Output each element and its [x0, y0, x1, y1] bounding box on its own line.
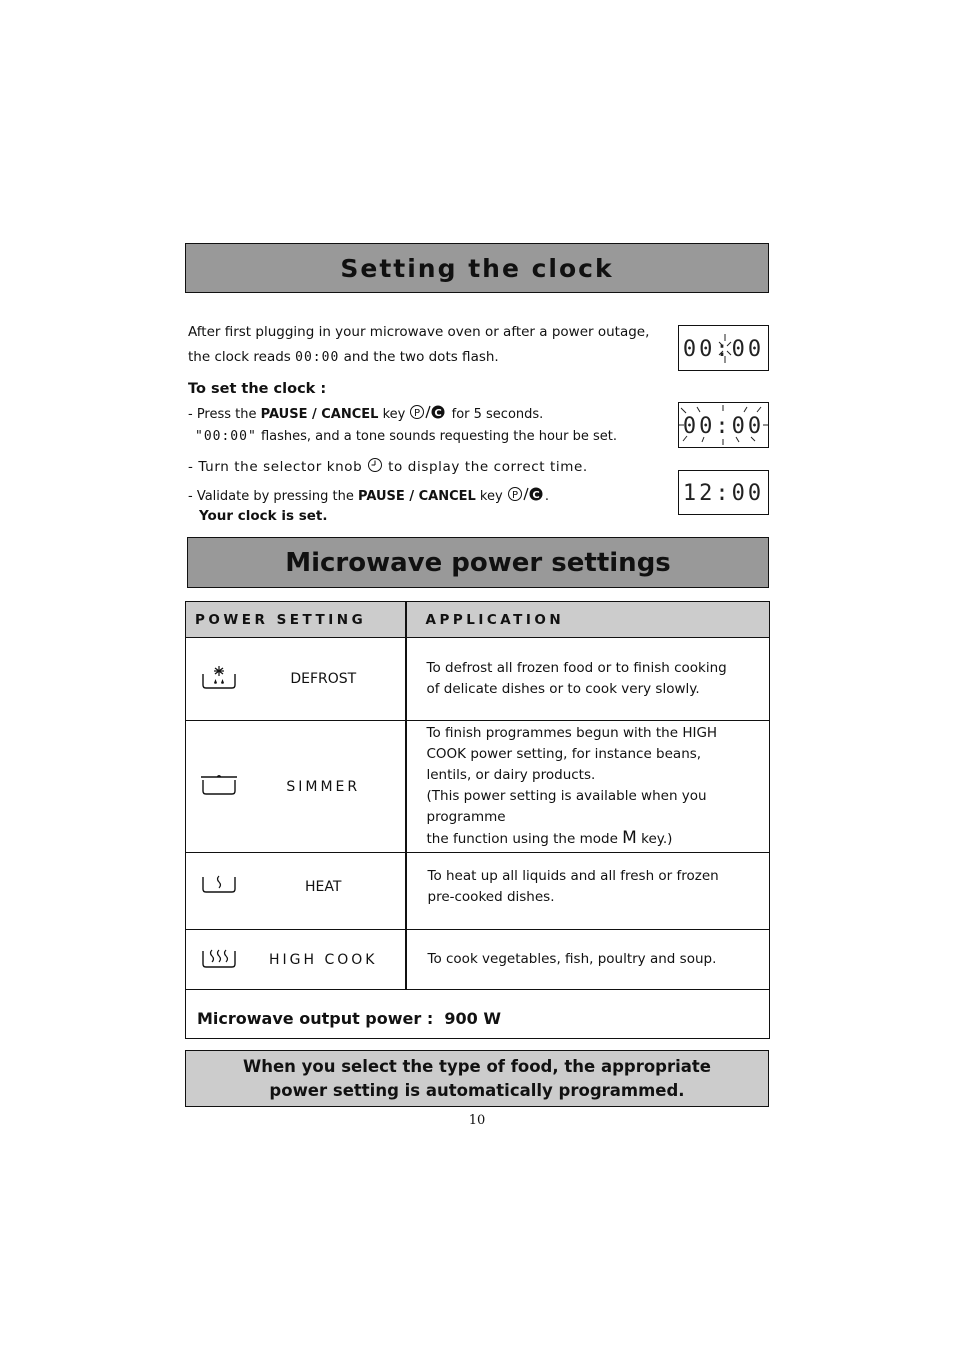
step-3-key-name: PAUSE / CANCEL	[358, 489, 476, 504]
step-1-key-name: PAUSE / CANCEL	[260, 407, 379, 422]
table-row: HIGH COOK To cook vegetables, fish, poul…	[185, 929, 770, 990]
setting-label: DEFROST	[290, 671, 357, 687]
application-line: (This power setting is available when yo…	[426, 788, 707, 825]
setting-label: HEAT	[305, 879, 342, 895]
application-text: the function using the mode	[426, 831, 618, 847]
application-line: To defrost all frozen food or to finish …	[426, 660, 727, 676]
heat-icon	[200, 872, 254, 902]
application-line: To heat up all liquids and all fresh or …	[427, 868, 719, 884]
application-text: key.)	[641, 831, 673, 847]
setting-label: HIGH COOK	[269, 951, 378, 968]
page-number: 10	[468, 1113, 486, 1128]
clock-section-title-bar: Setting the clock	[185, 243, 769, 293]
step-3-key-word: key	[479, 489, 503, 504]
clock-step-1b: "00:00" flashes, and a tone sounds reque…	[195, 428, 617, 446]
power-setting-cell: SIMMER	[185, 720, 407, 853]
pause-icon: P	[507, 487, 522, 501]
power-settings-table: POWER SETTING APPLICATION DEFROST To def…	[185, 601, 770, 1039]
note-line-2: power setting is automatically programme…	[269, 1080, 685, 1100]
clock-intro-lcd: 00:00	[295, 350, 340, 365]
defrost-icon	[200, 664, 254, 694]
table-row: DEFROST To defrost all frozen food or to…	[185, 637, 770, 721]
application-cell: To defrost all frozen food or to finish …	[405, 637, 770, 721]
svg-text:C: C	[532, 490, 539, 501]
svg-text:P: P	[414, 408, 420, 419]
header-power-setting: POWER SETTING	[185, 601, 407, 638]
application-line: of delicate dishes or to cook very slowl…	[426, 681, 700, 697]
clock-step-3: - Validate by pressing the PAUSE / CANCE…	[188, 486, 549, 508]
output-power-cell: Microwave output power : 900 W	[185, 989, 770, 1039]
clock-intro-text-after: and the two dots flash.	[343, 349, 499, 365]
clock-intro-text-before: the clock reads	[188, 349, 291, 365]
note-line-1: When you select the type of food, the ap…	[243, 1056, 711, 1076]
clock-subheading: To set the clock :	[188, 381, 327, 397]
clock-step-2: - Turn the selector knob to display the …	[188, 457, 588, 478]
step-1-key-word: key	[382, 407, 406, 422]
lcd-display-dots-flashing: 00:00	[678, 325, 769, 371]
output-power-row: Microwave output power : 900 W	[185, 989, 770, 1039]
output-power-value: 900 W	[444, 1009, 501, 1028]
step-3-prefix: - Validate by pressing the	[188, 489, 354, 504]
header-application: APPLICATION	[405, 601, 770, 638]
pause-icon: P	[410, 405, 425, 419]
svg-text:C: C	[435, 408, 442, 419]
power-setting-cell: HEAT	[185, 852, 407, 930]
table-row: SIMMER To finish programmes begun with t…	[185, 720, 770, 853]
application-line: the function using the mode M key.)	[427, 828, 764, 850]
application-line: COOK power setting, for instance beans,	[426, 746, 702, 762]
application-cell: To heat up all liquids and all fresh or …	[405, 852, 770, 930]
application-cell: To finish programmes begun with the HIGH…	[405, 720, 770, 853]
high-cook-icon	[200, 945, 254, 975]
application-line: pre-cooked dishes.	[427, 889, 555, 905]
table-header-row: POWER SETTING APPLICATION	[185, 601, 770, 638]
selector-knob-icon	[367, 457, 383, 478]
clock-step-1: - Press the PAUSE / CANCEL key P C for 5…	[188, 404, 543, 426]
application-cell: To cook vegetables, fish, poultry and so…	[405, 929, 770, 990]
lcd-digits: 00:00	[683, 414, 764, 439]
clock-intro-line-2: the clock reads 00:00 and the two dots f…	[188, 348, 499, 367]
table-row: HEAT To heat up all liquids and all fres…	[185, 852, 770, 930]
clock-set-confirmation: Your clock is set.	[199, 508, 328, 524]
simmer-icon	[200, 772, 254, 802]
power-setting-cell: HIGH COOK	[185, 929, 407, 990]
power-setting-cell: DEFROST	[185, 637, 407, 721]
lcd-digits: 12:00	[683, 481, 764, 506]
power-section-title-bar: Microwave power settings	[187, 537, 769, 588]
lcd-display-digits-flashing: 00:00	[678, 402, 769, 448]
svg-text:P: P	[512, 490, 518, 501]
output-power-label: Microwave output power :	[197, 1009, 434, 1028]
clock-intro-line-1: After first plugging in your microwave o…	[188, 324, 650, 340]
application-line: To finish programmes begun with the HIGH	[426, 725, 718, 741]
setting-label: SIMMER	[286, 778, 361, 795]
step-1b-lcd: "00:00"	[195, 429, 257, 444]
lcd-display-time-set: 12:00	[678, 470, 769, 515]
auto-programming-note: When you select the type of food, the ap…	[185, 1050, 769, 1107]
cancel-icon: C	[529, 487, 543, 501]
pause-cancel-key-icon: P C	[409, 404, 447, 426]
power-section-title: Microwave power settings	[285, 547, 671, 578]
mode-key-icon: M	[622, 828, 637, 848]
step-1-prefix: - Press the	[188, 407, 257, 422]
step-2-suffix: to display the correct time.	[388, 459, 588, 475]
application-line: lentils, or dairy products.	[426, 767, 596, 783]
pause-cancel-key-icon: P C	[507, 486, 545, 508]
lcd-digits: 00:00	[683, 337, 764, 362]
clock-section-title: Setting the clock	[340, 253, 614, 283]
application-line: To cook vegetables, fish, poultry and so…	[427, 951, 717, 967]
step-3-suffix: .	[544, 489, 549, 504]
step-2-prefix: - Turn the selector knob	[188, 459, 363, 475]
cancel-icon: C	[431, 405, 445, 419]
step-1-suffix: for 5 seconds.	[451, 407, 544, 422]
step-1b-text: flashes, and a tone sounds requesting th…	[260, 429, 618, 444]
